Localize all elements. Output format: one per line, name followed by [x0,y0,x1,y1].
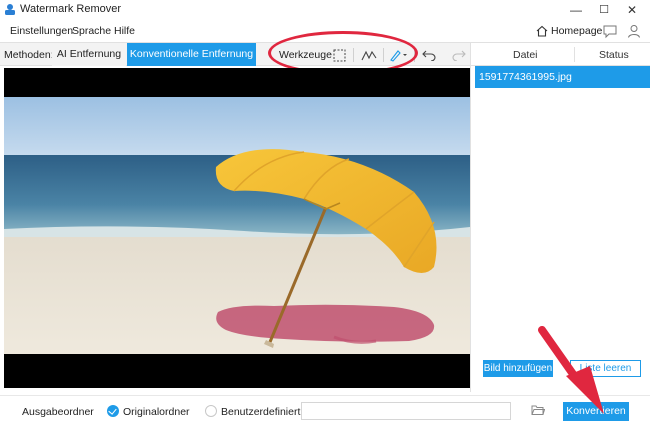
menu-sprache[interactable]: Sprache [72,25,111,37]
file-name: 1591774361995.jpg [479,71,572,83]
add-image-button[interactable]: Bild hinzufügen [483,360,553,377]
convert-button[interactable]: Konvertieren [563,402,629,421]
undo-icon[interactable] [420,46,438,64]
custom-folder-radio[interactable] [205,405,217,417]
tool-divider [383,48,384,62]
tool-divider [353,48,354,62]
tab-ai-removal[interactable]: AI Entfernung [52,43,126,66]
original-folder-label[interactable]: Originalordner [123,406,190,418]
tool-divider [414,48,415,62]
window-title: Watermark Remover [20,3,122,15]
file-list-header: Datei Status [471,42,650,66]
homepage-label: Homepage [551,25,603,37]
file-list-item[interactable]: 1591774361995.jpg [475,66,650,88]
folder-open-icon[interactable] [531,404,545,416]
image-canvas[interactable] [4,68,470,388]
menu-einstellungen[interactable]: Einstellungen [10,25,73,37]
title-bar: Watermark Remover — ☐ ✕ [0,0,650,20]
column-header-file[interactable]: Datei [513,49,538,61]
lasso-icon[interactable] [360,46,378,64]
redo-icon[interactable] [450,46,468,64]
homepage-link[interactable]: Homepage [536,24,602,38]
file-list-panel: Datei Status 1591774361995.jpg Bild hinz… [470,42,650,392]
custom-folder-label[interactable]: Benutzerdefiniert [221,406,300,418]
close-button[interactable]: ✕ [618,0,646,20]
output-bar: Ausgabeordner Originalordner Benutzerdef… [0,395,650,430]
rect-select-icon[interactable] [330,46,348,64]
user-icon[interactable] [626,23,642,39]
menu-hilfe[interactable]: Hilfe [114,25,135,37]
methods-label: Methoden: [4,49,54,61]
maximize-button[interactable]: ☐ [590,0,618,20]
column-divider [574,47,575,62]
output-path-input[interactable] [301,402,511,420]
beach-umbrella-photo [4,97,470,354]
menu-bar: Einstellungen Sprache Hilfe Homepage [0,20,650,42]
tools-label: Werkzeuge [279,49,332,61]
output-folder-label: Ausgabeordner [22,406,94,418]
app-logo-icon [5,4,15,15]
clear-list-button[interactable]: Liste leeren [570,360,641,377]
home-icon [536,25,548,37]
feedback-icon[interactable] [602,23,618,39]
method-toolbar: Methoden: AI Entfernung Konventionelle E… [0,42,470,66]
tab-conventional-removal[interactable]: Konventionelle Entfernung [127,43,256,66]
brush-icon[interactable] [388,46,410,64]
column-header-status[interactable]: Status [599,49,629,61]
minimize-button[interactable]: — [562,0,590,20]
original-folder-radio[interactable] [107,405,119,417]
